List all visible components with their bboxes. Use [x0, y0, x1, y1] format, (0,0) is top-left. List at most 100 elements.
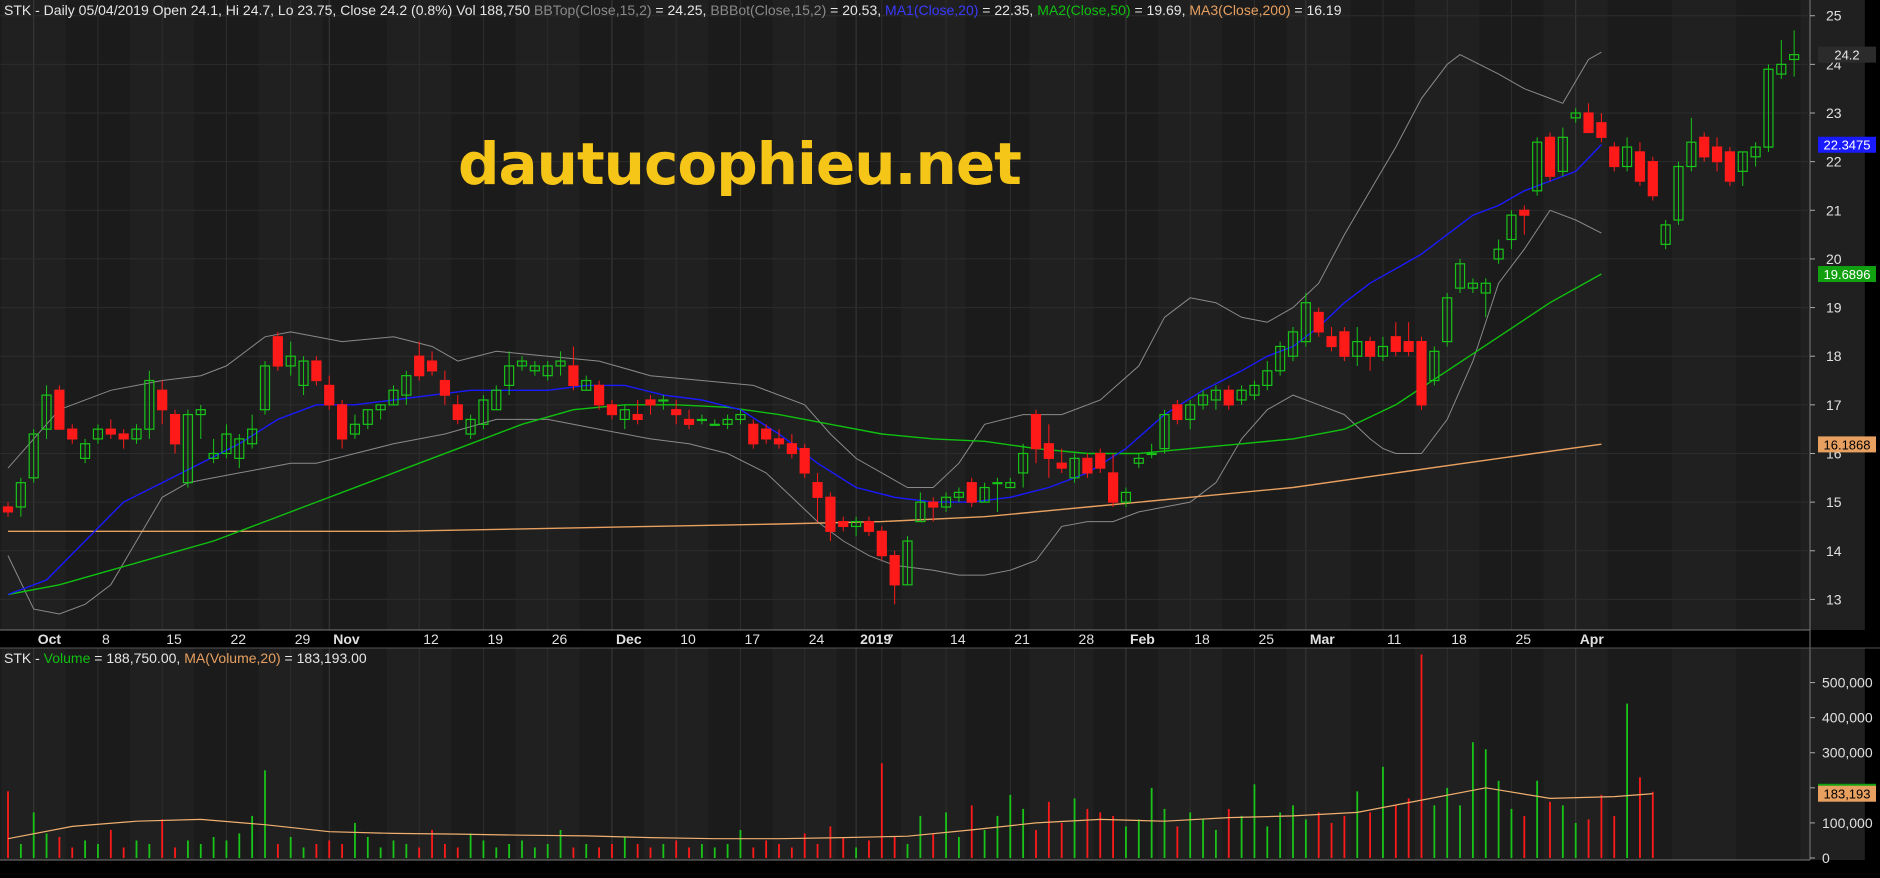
- candle-body: [426, 360, 438, 372]
- candle-body: [118, 433, 129, 440]
- candle-body: [606, 404, 618, 416]
- ma3-label: MA3(Close,200): [1189, 2, 1291, 18]
- bbbot-label: BBBot(Close,15,2): [710, 2, 827, 18]
- candle-body: [272, 336, 283, 367]
- candle-body: [1711, 146, 1723, 163]
- candle-body: [1082, 457, 1093, 474]
- week-band: [901, 648, 966, 860]
- candle-body: [889, 555, 900, 586]
- candle-body: [337, 404, 348, 440]
- x-tick-label: 8: [102, 631, 110, 647]
- volume-header: STK - Volume = 188,750.00, MA(Volume,20)…: [4, 650, 367, 666]
- candle-body: [311, 360, 322, 382]
- candle-body: [1699, 136, 1710, 158]
- candle-body: [1583, 112, 1594, 134]
- x-tick-label: 26: [552, 631, 568, 647]
- x-tick-label: 22: [230, 631, 246, 647]
- price-badge-label: 16.1868: [1824, 437, 1871, 452]
- x-tick-label: 24: [809, 631, 825, 647]
- candle-body: [105, 428, 116, 435]
- x-tick-label: 10: [680, 631, 696, 647]
- price-badge-label: 24.2: [1834, 48, 1859, 63]
- candle-body: [1043, 443, 1054, 459]
- volume-y-tick-label: 300,000: [1822, 745, 1873, 761]
- candle-body: [671, 409, 682, 416]
- candle-body: [696, 418, 708, 422]
- volume-y-tick-label: 400,000: [1822, 710, 1873, 726]
- bbtop-label: BBTop(Close,15,2): [534, 2, 652, 18]
- candle-body: [1647, 161, 1658, 197]
- ma3-value: = 16.19: [1290, 2, 1342, 18]
- x-tick-label: 18: [1194, 631, 1210, 647]
- candle-body: [67, 428, 78, 440]
- candle-body: [1223, 389, 1234, 406]
- candle-body: [452, 404, 463, 421]
- x-tick-label: 28: [1079, 631, 1095, 647]
- candle-body: [992, 482, 1003, 485]
- x-tick-label: 18: [1451, 631, 1467, 647]
- y-tick-label: 13: [1826, 591, 1842, 607]
- candle-body: [1095, 452, 1106, 469]
- candle-body: [1172, 404, 1183, 421]
- y-tick-label: 19: [1826, 300, 1842, 316]
- candle-body: [799, 448, 810, 474]
- candle-body: [1364, 341, 1376, 357]
- candle-body: [1313, 311, 1324, 333]
- candle-body: [169, 413, 181, 445]
- candle-body: [863, 520, 875, 532]
- x-tick-label: 11: [1387, 631, 1402, 647]
- volume-ma-value: = 183,193.00: [280, 650, 367, 666]
- x-tick-label: 14: [950, 631, 966, 647]
- x-tick-label: 7: [886, 631, 894, 647]
- candle-body: [876, 530, 887, 557]
- week-band: [1672, 648, 1737, 860]
- price-header: STK - Daily 05/04/2019 Open 24.1, Hi 24.…: [4, 2, 1342, 18]
- x-tick-label: 12: [423, 631, 439, 647]
- candle-body: [632, 413, 643, 421]
- watermark-text: dautucophieu.net: [458, 130, 1022, 198]
- x-tick-label: 19: [487, 631, 503, 647]
- x-tick-label: 17: [744, 631, 760, 647]
- candle-body: [748, 423, 759, 445]
- y-tick-label: 21: [1826, 202, 1842, 218]
- x-tick-label: Nov: [333, 631, 360, 647]
- candle-body: [786, 443, 797, 455]
- price-header-title: STK - Daily 05/04/2019 Open 24.1, Hi 24.…: [4, 2, 531, 18]
- ma2-value: = 19.69,: [1130, 2, 1190, 18]
- candle-body: [568, 365, 579, 386]
- candle-body: [1634, 151, 1646, 182]
- volume-y-tick-label: 0: [1822, 850, 1830, 866]
- y-tick-label: 20: [1826, 251, 1842, 267]
- week-band: [1672, 0, 1737, 630]
- candle-body: [1596, 122, 1607, 138]
- chart-window: 13 14 15 16 17 18 19 20 21 22 23 24 25 Oct 8 15 22 29 Nov 1…: [0, 0, 1880, 878]
- candle-body: [1416, 341, 1427, 406]
- candle-body: [1519, 209, 1530, 216]
- x-tick-label: 25: [1258, 631, 1274, 647]
- candle-body: [812, 482, 823, 498]
- volume-badge-label: 183,193: [1824, 787, 1871, 802]
- y-tick-label: 25: [1826, 8, 1842, 24]
- ma1-label: MA1(Close,20): [885, 2, 979, 18]
- y-tick-label: 14: [1826, 543, 1842, 559]
- y-tick-label: 18: [1826, 348, 1842, 364]
- y-tick-label: 23: [1826, 105, 1842, 121]
- candle-body: [324, 384, 335, 406]
- candle-body: [1339, 331, 1350, 357]
- candle-body: [1146, 452, 1157, 456]
- candle-body: [928, 501, 939, 508]
- x-tick-label: 29: [295, 631, 311, 647]
- candle-body: [157, 389, 168, 411]
- price-badge-label: 22.3475: [1824, 138, 1871, 153]
- candle-body: [54, 389, 65, 430]
- candle-body: [1107, 472, 1119, 503]
- x-tick-label: Mar: [1310, 631, 1335, 647]
- candle-body: [773, 438, 785, 445]
- price-badge-label: 19.6896: [1824, 267, 1871, 282]
- volume-value: = 188,750.00,: [90, 650, 185, 666]
- candle-body: [966, 482, 977, 503]
- candle-body: [761, 428, 772, 440]
- candle-body: [1544, 136, 1556, 177]
- y-tick-label: 15: [1826, 494, 1842, 510]
- candle-body: [709, 423, 720, 426]
